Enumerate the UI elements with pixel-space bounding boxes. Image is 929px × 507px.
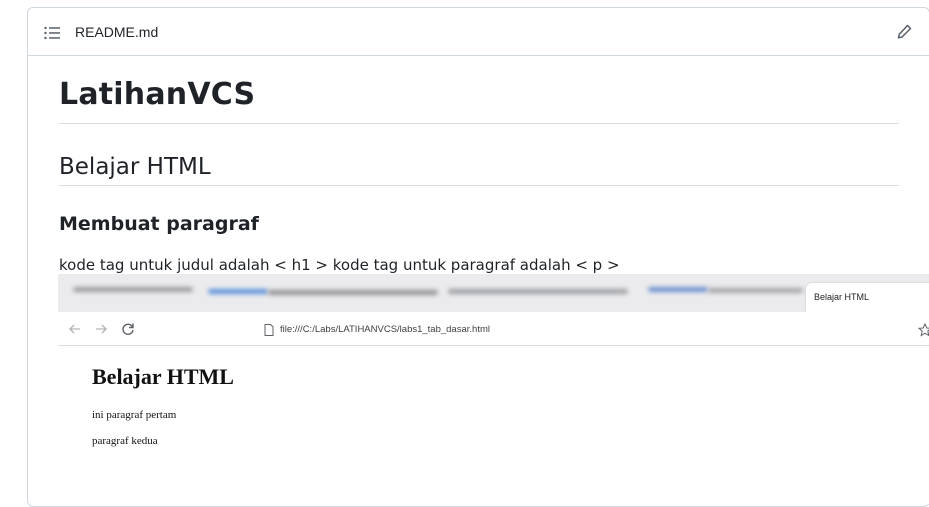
readme-card: README.md LatihanVCS Belajar HTML Membua… bbox=[27, 7, 929, 507]
reload-icon[interactable] bbox=[121, 322, 135, 336]
section-heading: Belajar HTML bbox=[59, 154, 211, 180]
browser-tab[interactable]: Belajar HTML × bbox=[806, 283, 929, 312]
rendered-paragraph-2: paragraf kedua bbox=[92, 435, 158, 447]
blurred-region bbox=[208, 289, 268, 294]
h2-divider bbox=[59, 185, 899, 186]
readme-paragraph: kode tag untuk judul adalah < h1 > kode … bbox=[59, 256, 620, 274]
bookmark-star-icon[interactable] bbox=[918, 323, 929, 337]
blurred-region bbox=[648, 287, 708, 292]
embedded-screenshot: Belajar HTML × file:///C:/Labs/LATIHANVC… bbox=[58, 274, 929, 504]
list-icon[interactable] bbox=[44, 26, 60, 40]
rendered-paragraph-1: ini paragraf pertam bbox=[92, 409, 177, 421]
blurred-region bbox=[708, 288, 803, 293]
blurred-region bbox=[268, 290, 438, 295]
blurred-region bbox=[448, 289, 628, 294]
browser-tabstrip: Belajar HTML × bbox=[58, 274, 929, 312]
blurred-region bbox=[73, 287, 193, 292]
file-name: README.md bbox=[75, 24, 159, 40]
back-arrow-icon[interactable] bbox=[68, 322, 82, 336]
tab-title: Belajar HTML bbox=[814, 292, 870, 302]
h1-divider bbox=[59, 123, 899, 124]
pencil-icon[interactable] bbox=[896, 23, 913, 40]
browser-toolbar: file:///C:/Labs/LATIHANVCS/labs1_tab_das… bbox=[58, 312, 929, 346]
forward-arrow-icon[interactable] bbox=[94, 322, 108, 336]
address-bar-url[interactable]: file:///C:/Labs/LATIHANVCS/labs1_tab_das… bbox=[280, 324, 490, 335]
rendered-page-heading: Belajar HTML bbox=[92, 364, 234, 389]
readme-header: README.md bbox=[28, 8, 929, 56]
file-page-icon bbox=[264, 324, 274, 336]
subsection-heading: Membuat paragraf bbox=[59, 213, 259, 235]
readme-title: LatihanVCS bbox=[59, 77, 256, 112]
